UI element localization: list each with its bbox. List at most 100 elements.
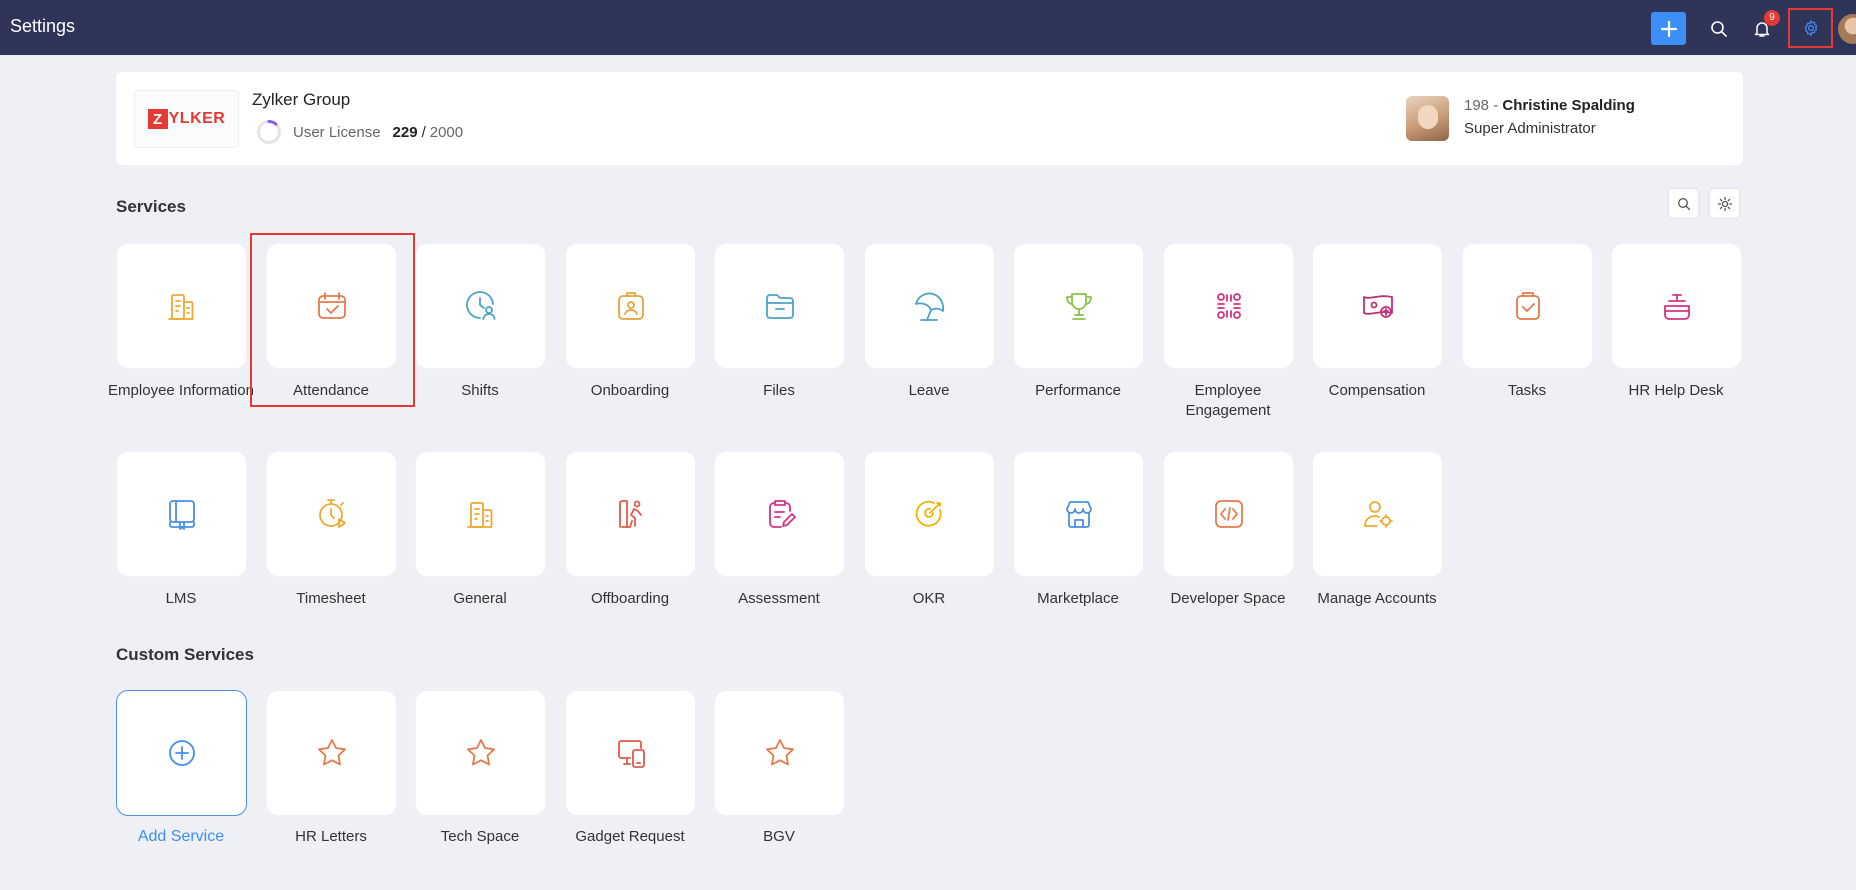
exit-person-icon — [618, 500, 642, 528]
code-icon — [1214, 500, 1243, 528]
service-tile-lms[interactable] — [116, 451, 247, 577]
service-label-tasks: Tasks — [1507, 382, 1547, 399]
service-tile-files[interactable] — [714, 243, 845, 369]
service-tile-assessment[interactable] — [714, 451, 845, 577]
beach-umbrella-icon — [914, 292, 944, 321]
money-icon — [1362, 295, 1393, 318]
service-label-files: Files — [763, 382, 795, 399]
license-used: 229 — [392, 123, 418, 141]
user-license: User License 229 / 2000 — [256, 119, 463, 145]
search-icon — [1710, 20, 1727, 37]
clipboard-check-icon — [1515, 292, 1540, 320]
services-search-button[interactable] — [1668, 188, 1699, 219]
service-tile-hr-help-desk[interactable] — [1611, 243, 1742, 369]
service-label-marketplace: Marketplace — [1037, 590, 1119, 607]
service-label-add-service[interactable]: Add Service — [106, 827, 256, 847]
tools-icon — [1717, 196, 1732, 211]
service-tile-hr-letters[interactable] — [266, 690, 397, 816]
help-desk-icon — [1663, 294, 1690, 320]
license-progress-ring — [257, 120, 281, 144]
service-label-bgv: BGV — [763, 828, 795, 845]
license-total: 2000 — [429, 123, 464, 141]
service-label-leave: Leave — [908, 382, 950, 399]
service-tile-compensation[interactable] — [1312, 243, 1443, 369]
service-tile-gadget-request[interactable] — [565, 690, 696, 816]
engagement-icon — [1216, 293, 1241, 319]
service-label-general: General — [453, 590, 507, 607]
star-icon — [317, 739, 346, 766]
admin-id: 198 - — [1464, 97, 1503, 114]
service-tile-marketplace[interactable] — [1013, 451, 1144, 577]
search-icon — [1677, 197, 1690, 210]
service-tile-general[interactable] — [415, 451, 546, 577]
service-tile-timesheet[interactable] — [266, 451, 397, 577]
devices-icon — [617, 740, 645, 768]
gear-icon — [1804, 20, 1817, 36]
admin-name: Christine Spalding — [1502, 97, 1635, 114]
user-avatar[interactable] — [1838, 14, 1856, 44]
service-label-onboarding: Onboarding — [590, 382, 670, 399]
service-label-assessment: Assessment — [738, 590, 820, 607]
stopwatch-icon — [318, 499, 346, 528]
add-button[interactable] — [1651, 12, 1686, 45]
building-icon — [466, 502, 492, 528]
org-name: Zylker Group — [252, 90, 351, 109]
service-label-offboarding: Offboarding — [590, 590, 670, 607]
service-tile-shifts[interactable] — [415, 243, 546, 369]
service-label-developer-space: Developer Space — [1170, 590, 1286, 607]
service-tile-offboarding[interactable] — [565, 451, 696, 577]
store-icon — [1065, 501, 1092, 528]
notifications-button[interactable]: 9 — [1744, 10, 1780, 45]
service-label-timesheet: Timesheet — [296, 590, 366, 607]
admin-avatar — [1406, 96, 1449, 141]
notification-badge: 9 — [1764, 10, 1780, 26]
org-logo: Z YLKER — [134, 90, 239, 148]
top-bar: Settings 9 — [0, 0, 1856, 55]
plus-circle-icon — [168, 740, 195, 766]
services-customize-button[interactable] — [1709, 188, 1740, 219]
service-label-employee-engagement: Employee Engagement — [1185, 382, 1271, 419]
service-tile-tasks[interactable] — [1462, 243, 1593, 369]
star-icon — [466, 739, 495, 766]
service-tile-leave[interactable] — [864, 243, 995, 369]
services-title: Services — [116, 197, 186, 216]
service-tile-bgv[interactable] — [714, 690, 845, 816]
search-button[interactable] — [1701, 12, 1736, 45]
service-tile-tech-space[interactable] — [415, 690, 546, 816]
service-label-hr-help-desk: HR Help Desk — [1628, 382, 1724, 399]
attendance-highlight — [250, 233, 415, 407]
clipboard-edit-icon — [768, 500, 796, 528]
clock-user-icon — [465, 291, 495, 320]
admin-info: 198 - Christine Spalding — [1464, 97, 1635, 114]
folder-icon — [765, 294, 794, 319]
settings-button[interactable] — [1788, 8, 1833, 48]
service-tile-okr[interactable] — [864, 451, 995, 577]
star-icon — [765, 739, 794, 766]
service-tile-developer-space[interactable] — [1163, 451, 1294, 577]
service-label-okr: OKR — [912, 590, 946, 607]
service-tile-add-service[interactable] — [116, 690, 247, 816]
service-tile-employee-engagement[interactable] — [1163, 243, 1294, 369]
service-tile-onboarding[interactable] — [565, 243, 696, 369]
service-label-lms: LMS — [165, 590, 197, 607]
building-icon — [167, 294, 193, 320]
user-gear-icon — [1363, 501, 1393, 528]
org-card: Z YLKER Zylker Group User License 229 / 2… — [116, 72, 1743, 165]
service-label-manage-accounts: Manage Accounts — [1317, 590, 1437, 607]
service-label-gadget-request: Gadget Request — [575, 828, 685, 845]
service-label-performance: Performance — [1035, 382, 1121, 399]
target-icon — [915, 500, 941, 527]
trophy-icon — [1065, 293, 1092, 320]
license-label: User License — [293, 123, 381, 141]
service-label-compensation: Compensation — [1328, 382, 1426, 399]
plus-icon — [1660, 20, 1677, 37]
logo-text: YLKER — [168, 110, 226, 127]
service-tile-performance[interactable] — [1013, 243, 1144, 369]
service-tile-employee-information[interactable] — [116, 243, 247, 369]
custom-services-title: Custom Services — [116, 645, 254, 664]
logo-z: Z — [147, 109, 168, 129]
page-title: Settings — [10, 16, 76, 36]
service-label-hr-letters: HR Letters — [295, 828, 367, 845]
service-tile-manage-accounts[interactable] — [1312, 451, 1443, 577]
badge-id-icon — [617, 292, 644, 320]
